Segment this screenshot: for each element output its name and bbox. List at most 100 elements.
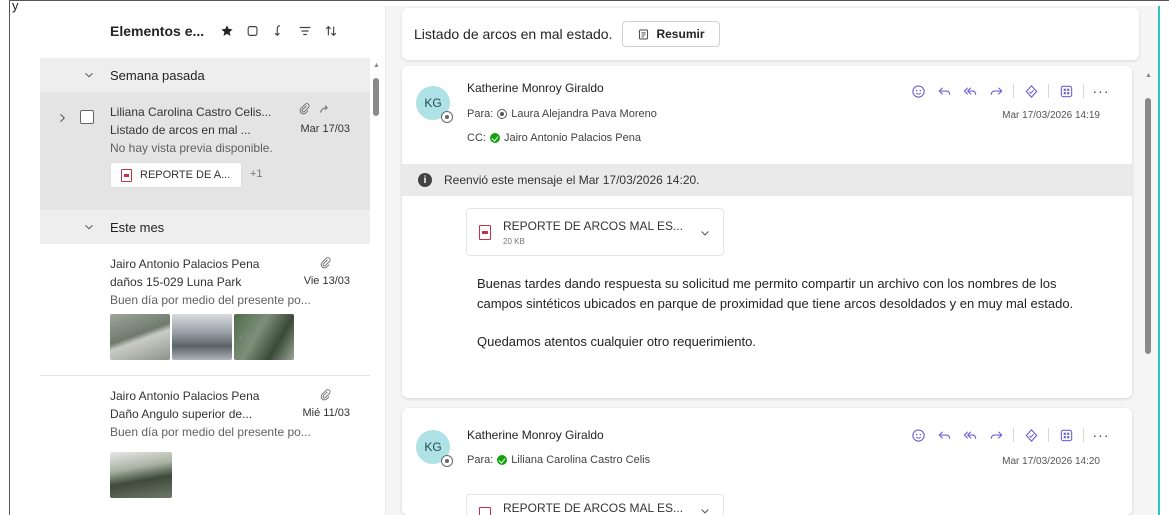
- reading-scrollbar[interactable]: ▲: [1144, 72, 1152, 515]
- favorite-star-icon[interactable]: [216, 20, 238, 42]
- attachment-name: REPORTE DE ARCOS MAL ES...: [503, 501, 684, 515]
- info-icon: i: [418, 173, 432, 187]
- body-paragraph: Buenas tardes dando respuesta su solicit…: [477, 276, 1074, 311]
- summarize-icon: [639, 29, 649, 39]
- divider: [1083, 428, 1084, 442]
- sort-icon[interactable]: [320, 20, 342, 42]
- attachment-size: 20 KB: [503, 237, 525, 246]
- forward-notice-bar: i Reenvió este mensaje el Mar 17/03/2026…: [402, 164, 1132, 196]
- list-scrollbar[interactable]: ▲: [373, 60, 380, 515]
- list-item-date: Mié 11/03: [302, 407, 351, 419]
- message-date: Mar 17/03/2026 14:19: [1002, 110, 1100, 121]
- scrollbar-thumb[interactable]: [373, 78, 379, 116]
- apps-icon[interactable]: [1053, 424, 1079, 446]
- image-thumbnail[interactable]: [110, 314, 170, 360]
- message-date: Mar 17/03/2026 14:20: [1002, 456, 1100, 467]
- attachment-card[interactable]: REPORTE DE ARCOS MAL ES... 20 KB: [466, 208, 724, 256]
- section-last-week[interactable]: Semana pasada: [40, 58, 370, 92]
- avatar-initials: KG: [424, 96, 442, 110]
- jump-to-icon[interactable]: [268, 20, 290, 42]
- divider: [1013, 84, 1014, 98]
- copilot-icon[interactable]: [1018, 80, 1044, 102]
- list-item-sender: Jairo Antonio Palacios Pena: [110, 257, 260, 271]
- forwarded-icon: [320, 105, 328, 113]
- accent-edge: [1158, 6, 1160, 515]
- presence-away-icon: [441, 455, 453, 467]
- chevron-down-icon[interactable]: [82, 220, 96, 234]
- scroll-up-arrow-icon[interactable]: ▲: [1145, 72, 1152, 79]
- list-item-sender: Liliana Carolina Castro Celis...: [110, 105, 272, 119]
- list-item[interactable]: Jairo Antonio Palacios Pena Daño Angulo …: [40, 376, 370, 515]
- presence-available-icon: [497, 455, 508, 465]
- image-thumbnail[interactable]: [172, 314, 232, 360]
- to-recipient[interactable]: Liliana Carolina Castro Celis: [511, 454, 650, 466]
- divider: [1048, 84, 1049, 98]
- react-emoji-icon[interactable]: [905, 80, 931, 102]
- message-card: KG Katherine Monroy Giraldo Para: Lilian…: [402, 408, 1132, 515]
- attachment-icon: [319, 256, 332, 272]
- to-label: Para:: [467, 108, 494, 120]
- attachment-name: REPORTE DE ARCOS MAL ES...: [503, 219, 684, 233]
- cc-recipient[interactable]: Jairo Antonio Palacios Pena: [504, 132, 641, 144]
- scrollbar-thumb[interactable]: [1145, 98, 1151, 354]
- divider: [1013, 428, 1014, 442]
- list-item-subject: Listado de arcos en mal ...: [110, 123, 251, 137]
- avatar-initials: KG: [424, 440, 442, 454]
- to-recipient[interactable]: Laura Alejandra Pava Moreno: [511, 108, 657, 120]
- thumbnails-more-count[interactable]: +3: [238, 332, 251, 344]
- divider: [1048, 428, 1049, 442]
- forward-notice-text: Reenvió este mensaje el Mar 17/03/2026 1…: [444, 173, 700, 187]
- cc-label: CC:: [467, 132, 486, 144]
- list-item-preview: Buen día por medio del presente po...: [110, 293, 311, 307]
- attachment-chip-name: REPORTE DE A...: [140, 169, 231, 181]
- select-mode-icon[interactable]: [242, 20, 264, 42]
- message-sender[interactable]: Katherine Monroy Giraldo: [467, 81, 604, 95]
- section-label: Semana pasada: [110, 67, 205, 83]
- list-item-subject: Daño Angulo superior de...: [110, 407, 253, 421]
- attachment-chip[interactable]: REPORTE DE A...: [110, 162, 242, 188]
- message-recipients: Para: Liliana Carolina Castro Celis: [467, 454, 650, 466]
- list-item-selected[interactable]: Liliana Carolina Castro Celis... Listado…: [40, 92, 370, 210]
- list-item-date: Vie 13/03: [303, 275, 350, 287]
- attachment-more-count[interactable]: +1: [250, 168, 263, 180]
- section-this-month[interactable]: Este mes: [40, 210, 370, 244]
- avatar[interactable]: KG: [416, 430, 453, 467]
- select-checkbox[interactable]: [80, 110, 94, 124]
- folder-title[interactable]: Elementos e...: [110, 23, 204, 39]
- list-item-preview: Buen día por medio del presente po...: [110, 425, 311, 439]
- reply-icon[interactable]: [931, 424, 957, 446]
- scroll-up-arrow-icon[interactable]: ▲: [373, 62, 380, 69]
- partial-title-text: y: [12, 0, 19, 13]
- list-item[interactable]: Jairo Antonio Palacios Pena daños 15-029…: [40, 244, 370, 376]
- filter-icon[interactable]: [294, 20, 316, 42]
- divider: [1083, 84, 1084, 98]
- apps-icon[interactable]: [1053, 80, 1079, 102]
- chevron-down-icon[interactable]: [699, 505, 711, 515]
- pdf-icon: [479, 507, 491, 515]
- forward-icon[interactable]: [983, 80, 1009, 102]
- reply-all-icon[interactable]: [957, 80, 983, 102]
- reply-all-icon[interactable]: [957, 424, 983, 446]
- list-item-subject: daños 15-029 Luna Park: [110, 275, 242, 289]
- chevron-right-icon[interactable]: [56, 112, 68, 124]
- attachment-card[interactable]: REPORTE DE ARCOS MAL ES...: [466, 494, 724, 515]
- more-options-icon[interactable]: ···: [1088, 427, 1114, 443]
- forward-icon[interactable]: [983, 424, 1009, 446]
- conversation-header: Listado de arcos en mal estado. Resumir: [402, 8, 1139, 60]
- copilot-icon[interactable]: [1018, 424, 1044, 446]
- window-left-frame: [0, 0, 10, 515]
- list-item-status-icons: [298, 102, 332, 115]
- message-sender[interactable]: Katherine Monroy Giraldo: [467, 428, 604, 442]
- avatar[interactable]: KG: [416, 86, 453, 123]
- reply-icon[interactable]: [931, 80, 957, 102]
- image-thumbnail[interactable]: [110, 452, 172, 498]
- message-actions: ···: [905, 424, 1114, 446]
- summarize-button[interactable]: Resumir: [622, 21, 720, 47]
- react-emoji-icon[interactable]: [905, 424, 931, 446]
- presence-away-icon: [441, 111, 453, 123]
- more-options-icon[interactable]: ···: [1088, 83, 1114, 99]
- chevron-down-icon[interactable]: [699, 227, 711, 239]
- chevron-down-icon[interactable]: [82, 68, 96, 82]
- conversation-subject: Listado de arcos en mal estado.: [414, 26, 613, 42]
- pdf-icon: [121, 168, 132, 182]
